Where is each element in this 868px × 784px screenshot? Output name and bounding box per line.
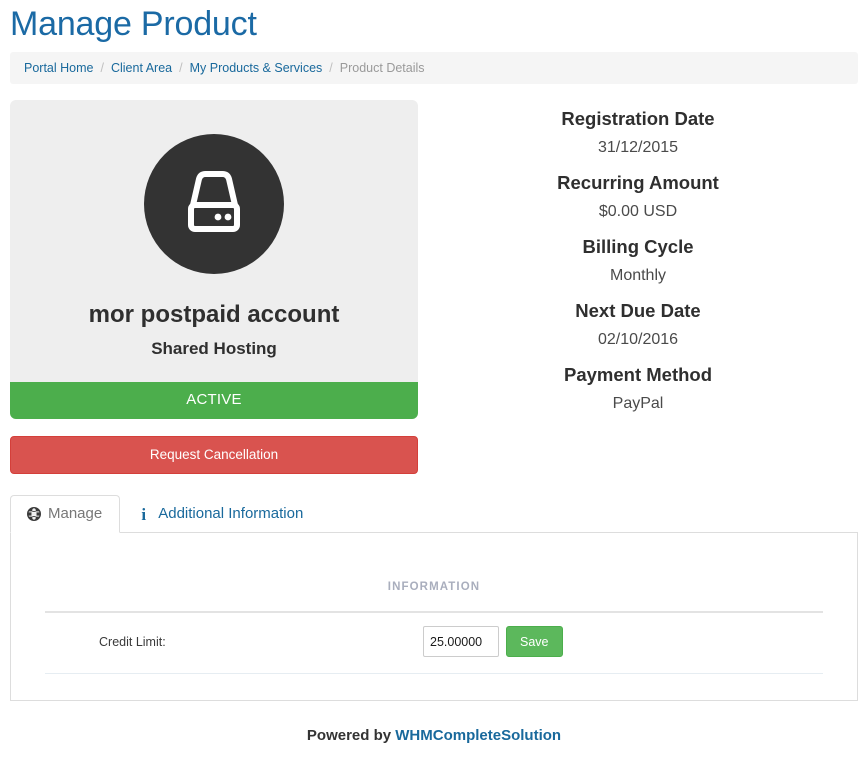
detail-value: Monthly [609, 267, 667, 284]
breadcrumb-item-client-area[interactable]: Client Area [111, 61, 172, 75]
detail-label: Payment Method [563, 364, 713, 385]
status-badge: ACTIVE [10, 382, 418, 419]
tab-list: Manage i Additional Information [10, 495, 858, 533]
detail-next-due-date: Next Due Date 02/10/2016 [418, 298, 858, 352]
detail-label: Billing Cycle [582, 236, 694, 257]
globe-icon [26, 507, 41, 522]
product-name: mor postpaid account [88, 301, 340, 328]
form-row-credit-limit: Credit Limit: Save [33, 613, 835, 657]
info-icon: i [141, 504, 147, 524]
product-summary-column: mor postpaid account Shared Hosting ACTI… [10, 100, 418, 474]
breadcrumb-separator: / [100, 61, 104, 75]
hard-drive-icon [144, 134, 284, 274]
product-tabs: Manage i Additional Information INFORMAT… [10, 495, 858, 701]
detail-payment-method: Payment Method PayPal [418, 362, 858, 416]
detail-registration-date: Registration Date 31/12/2015 [418, 106, 858, 160]
product-details-list: Registration Date 31/12/2015 Recurring A… [418, 106, 858, 416]
form-divider-bottom [45, 673, 823, 674]
detail-label: Recurring Amount [557, 172, 719, 193]
tab-additional-information[interactable]: i Additional Information [120, 495, 321, 533]
detail-value: $0.00 USD [598, 203, 678, 220]
detail-label: Registration Date [561, 108, 715, 129]
breadcrumb-separator: / [329, 61, 333, 75]
main-content: mor postpaid account Shared Hosting ACTI… [0, 100, 868, 747]
footer: Powered by WHMCompleteSolution [10, 701, 858, 747]
detail-recurring-amount: Recurring Amount $0.00 USD [418, 170, 858, 224]
product-group: Shared Hosting [151, 339, 277, 358]
detail-value: 31/12/2015 [597, 139, 679, 156]
breadcrumb-item-product-details: Product Details [339, 61, 425, 75]
footer-link-whmcs[interactable]: WHMCompleteSolution [395, 727, 561, 744]
product-details-column: Registration Date 31/12/2015 Recurring A… [418, 100, 858, 426]
tab-panel-manage: INFORMATION Credit Limit: Save [10, 533, 858, 701]
detail-value: 02/10/2016 [597, 331, 679, 348]
breadcrumb-separator: / [179, 61, 183, 75]
product-card: mor postpaid account Shared Hosting [10, 100, 418, 382]
page-title: Manage Product [10, 5, 257, 43]
request-cancellation-button[interactable]: Request Cancellation [10, 436, 418, 474]
detail-value: PayPal [612, 395, 664, 412]
breadcrumb: Portal Home / Client Area / My Products & Se… [10, 52, 858, 84]
save-button[interactable]: Save [506, 626, 563, 657]
tab-label: Manage [48, 505, 103, 522]
footer-prefix: Powered by [306, 727, 396, 744]
credit-limit-label: Credit Limit: [99, 634, 166, 649]
summary-row: mor postpaid account Shared Hosting ACTI… [10, 100, 858, 474]
breadcrumb-item-portal-home[interactable]: Portal Home [24, 61, 93, 75]
credit-limit-field-group: Save [423, 626, 563, 657]
form-legend: INFORMATION [387, 581, 481, 593]
detail-billing-cycle: Billing Cycle Monthly [418, 234, 858, 288]
tab-label: Additional Information [158, 505, 304, 522]
breadcrumb-item-my-products-services[interactable]: My Products & Services [190, 61, 323, 75]
detail-label: Next Due Date [575, 300, 701, 321]
credit-limit-input[interactable] [423, 626, 499, 657]
tab-manage[interactable]: Manage [10, 495, 121, 533]
manage-product-page: Manage Product Portal Home / Client Area / M… [0, 0, 868, 784]
